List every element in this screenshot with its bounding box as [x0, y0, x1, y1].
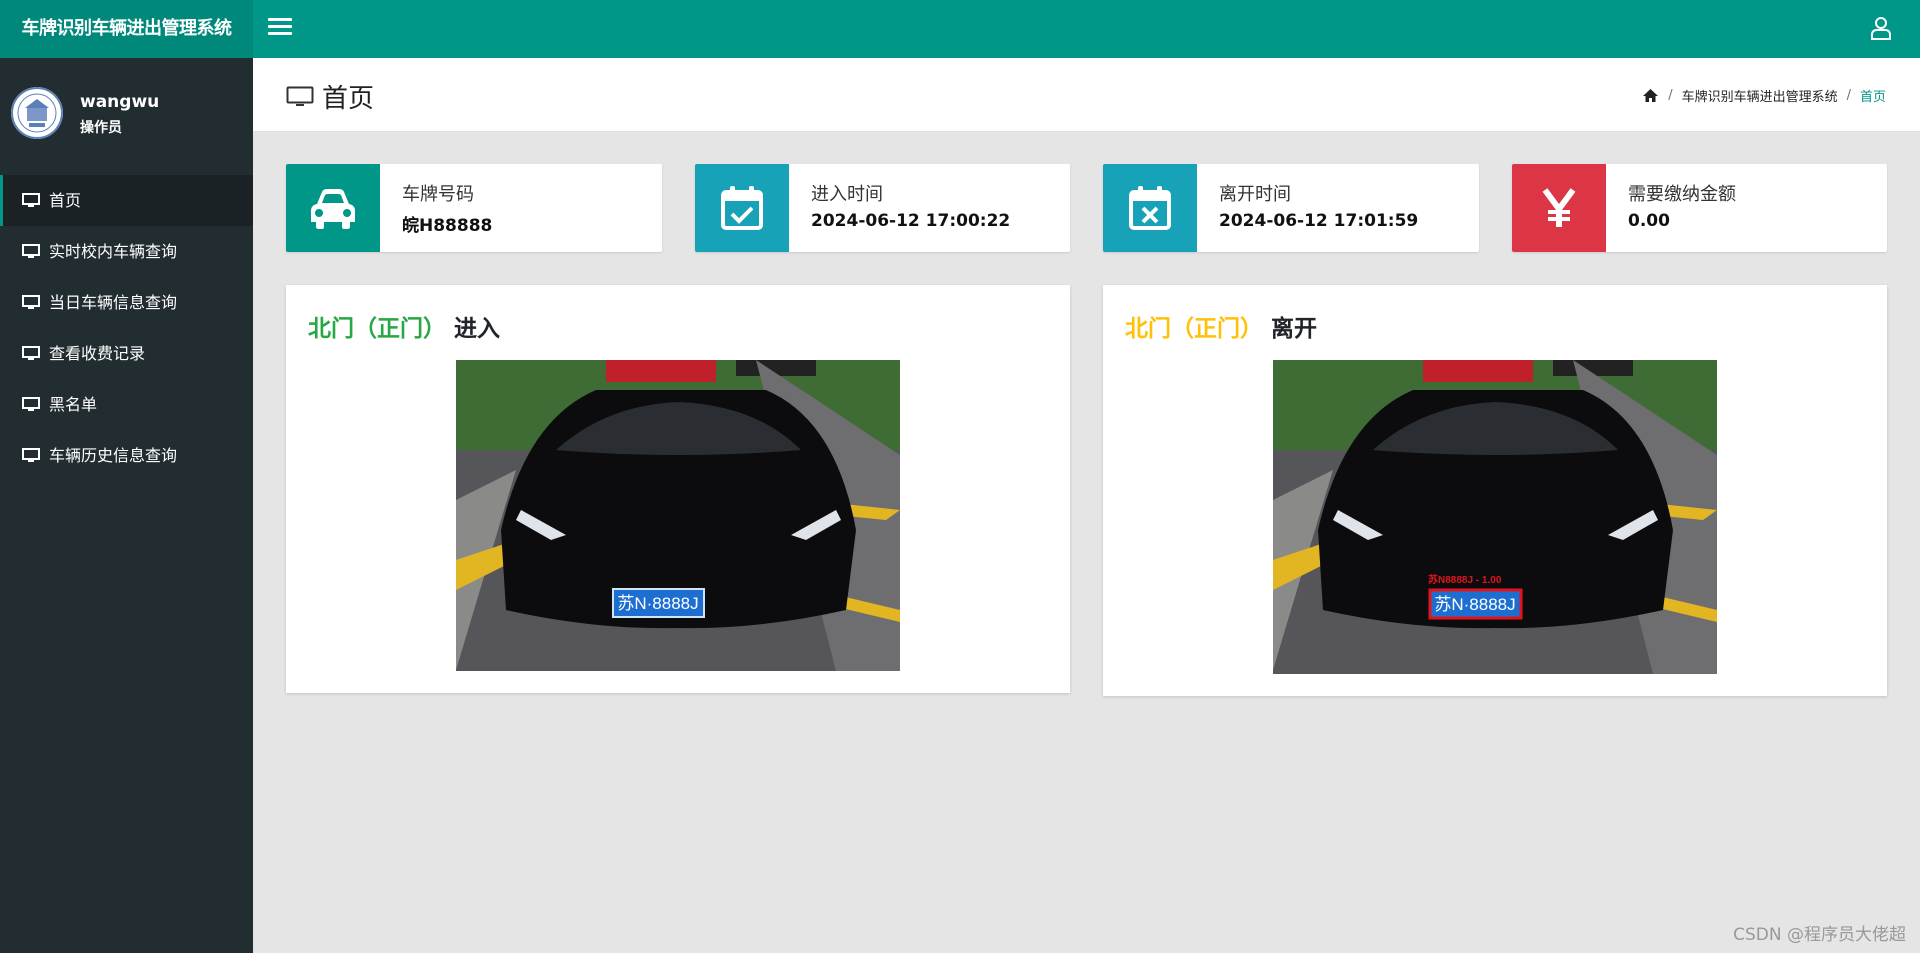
user-icon[interactable] [1870, 16, 1896, 42]
sidebar-item-label: 首页 [49, 191, 82, 210]
entry-card: 北门（正门） 进入 苏N·8888J [286, 285, 1070, 693]
breadcrumb-link[interactable]: 车牌识别车辆进出管理系统 [1682, 86, 1838, 105]
calendar-times-icon [1103, 164, 1197, 252]
sidebar-item-fee-records[interactable]: 查看收费记录 [0, 328, 253, 379]
fee-value: 0.00 [1628, 211, 1670, 231]
sidebar-menu: 首页 实时校内车辆查询 当日车辆信息查询 查看收费记录 黑名单 车辆历史信息查询 [0, 175, 253, 481]
monitor-icon [22, 346, 40, 360]
sidebar-item-label: 实时校内车辆查询 [49, 242, 178, 261]
sidebar-item-home[interactable]: 首页 [0, 175, 253, 226]
breadcrumb: / 车牌识别车辆进出管理系统 / 首页 [1642, 86, 1886, 105]
exit-card-title: 北门（正门） 离开 [1125, 309, 1317, 343]
monitor-icon [286, 86, 314, 106]
sidebar-item-blacklist[interactable]: 黑名单 [0, 379, 253, 430]
top-navbar: 车牌识别车辆进出管理系统 [0, 0, 1920, 58]
calendar-check-icon [695, 164, 789, 252]
entry-time-value: 2024-06-12 17:00:22 [811, 211, 1011, 231]
sidebar-item-label: 车辆历史信息查询 [49, 446, 178, 465]
plate-label: 车牌号码 [402, 184, 474, 205]
sidebar: wangwu 操作员 首页 实时校内车辆查询 当日车辆信息查询 查看收费记录 黑… [0, 58, 253, 953]
sidebar-item-label: 当日车辆信息查询 [49, 293, 178, 312]
detection-label: 苏N8888J - 1.00 [1428, 573, 1502, 586]
entry-time-label: 进入时间 [811, 184, 883, 205]
exit-time-label: 离开时间 [1219, 184, 1291, 205]
plate-text: 苏N·8888J [1434, 595, 1515, 614]
plate-text: 苏N·8888J [617, 594, 698, 613]
menu-toggle-icon[interactable] [268, 15, 292, 39]
car-icon [286, 164, 380, 252]
exit-car-image: 苏N8888J - 1.00 苏N·8888J [1273, 360, 1717, 674]
monitor-icon [22, 295, 40, 309]
monitor-icon [22, 193, 40, 207]
sidebar-item-label: 查看收费记录 [49, 344, 146, 363]
info-box-exit-time: 离开时间 2024-06-12 17:01:59 [1103, 164, 1479, 252]
yen-icon [1512, 164, 1606, 252]
exit-card: 北门（正门） 离开 苏N8888J - 1.00 苏N·8888J [1103, 285, 1887, 696]
page-title-text: 首页 [322, 84, 375, 114]
fee-label: 需要缴纳金额 [1628, 184, 1736, 205]
monitor-icon [22, 397, 40, 411]
entry-car-image: 苏N·8888J [456, 360, 900, 671]
user-role: 操作员 [80, 120, 122, 136]
sidebar-item-today-vehicles[interactable]: 当日车辆信息查询 [0, 277, 253, 328]
avatar [11, 87, 63, 139]
sidebar-item-label: 黑名单 [49, 395, 98, 414]
page-title: 首页 [286, 78, 374, 115]
app-title[interactable]: 车牌识别车辆进出管理系统 [0, 0, 253, 58]
monitor-icon [22, 244, 40, 258]
exit-action: 离开 [1271, 316, 1317, 342]
plate-value: 皖H88888 [402, 216, 493, 236]
exit-gate: 北门（正门） [1125, 316, 1263, 342]
content-header: 首页 / 车牌识别车辆进出管理系统 / 首页 [253, 58, 1920, 132]
info-box-plate: 车牌号码 皖H88888 [286, 164, 662, 252]
entry-action: 进入 [454, 316, 500, 342]
info-box-fee: 需要缴纳金额 0.00 [1512, 164, 1887, 252]
exit-time-value: 2024-06-12 17:01:59 [1219, 211, 1419, 231]
watermark: CSDN @程序员大佬超 [1733, 925, 1906, 945]
user-name: wangwu [80, 92, 160, 112]
monitor-icon [22, 448, 40, 462]
home-icon[interactable] [1642, 88, 1659, 103]
breadcrumb-current: 首页 [1859, 90, 1886, 105]
info-box-entry-time: 进入时间 2024-06-12 17:00:22 [695, 164, 1070, 252]
entry-gate: 北门（正门） [308, 316, 446, 342]
sidebar-item-history[interactable]: 车辆历史信息查询 [0, 430, 253, 481]
sidebar-item-realtime-vehicles[interactable]: 实时校内车辆查询 [0, 226, 253, 277]
user-panel: wangwu 操作员 [0, 58, 253, 175]
entry-card-title: 北门（正门） 进入 [308, 309, 500, 343]
